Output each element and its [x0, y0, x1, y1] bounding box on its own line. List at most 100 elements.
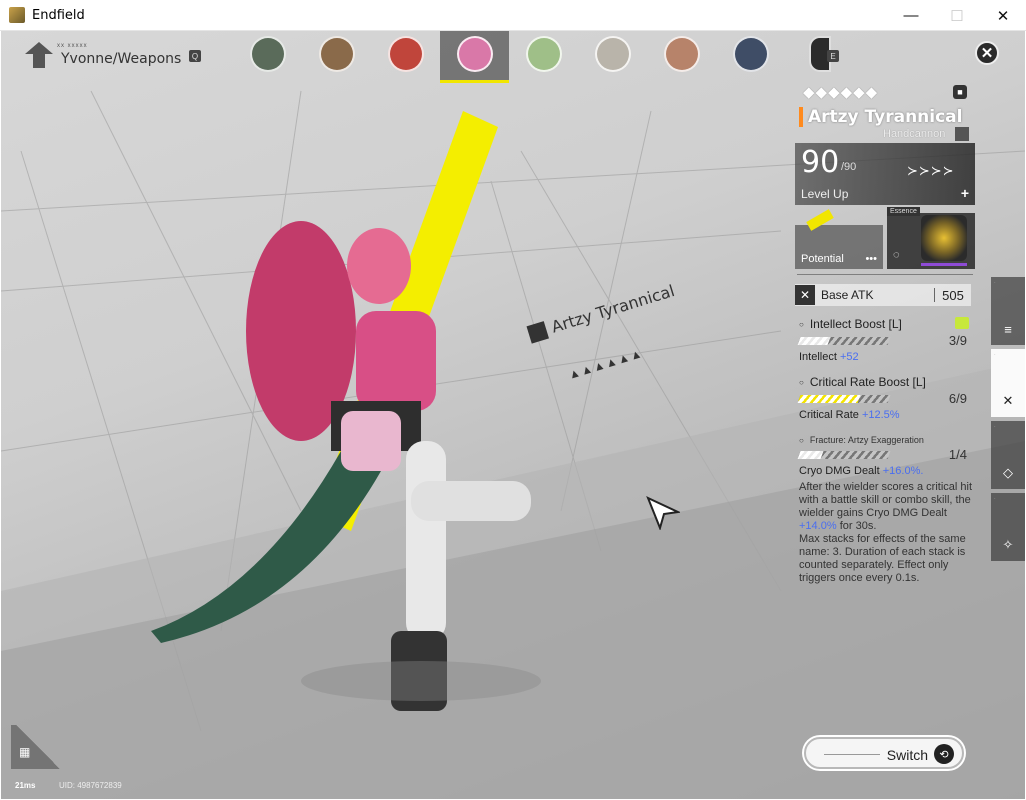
breadcrumb-subtitle: xx xxxxx [57, 43, 88, 49]
skill-fracture-artzy-exaggeration[interactable]: Fracture: Artzy Exaggeration 1/4 Cryo DM… [797, 435, 973, 585]
breadcrumb-text: Yvonne/Weapons [61, 51, 182, 67]
skill-title: Intellect Boost [L] [799, 317, 973, 331]
cycle-icon: ◌ [893, 249, 900, 261]
skill-progress-fill [797, 336, 831, 345]
handcannon-icon [955, 127, 969, 141]
plus-icon: + [960, 185, 969, 201]
character-tabs [233, 31, 854, 83]
next-character-key[interactable]: E [827, 50, 839, 62]
uid-label: UID: 4987672839 [59, 781, 122, 790]
character-tab-6[interactable] [578, 31, 647, 81]
skill-title: Critical Rate Boost [L] [799, 375, 973, 389]
weapons-icon [25, 42, 53, 68]
skill-effect: Critical Rate +12.5% [799, 409, 973, 421]
essence-button[interactable]: Essence ◌ [887, 207, 975, 269]
skill-title: Fracture: Artzy Exaggeration [799, 435, 973, 445]
skill-progress-row: 1/4 [797, 447, 973, 462]
breakthrough-pips: ≻≻≻≻ [907, 163, 955, 178]
skill-progress-row: 3/9 [797, 333, 973, 348]
desc-text: After the wielder scores a critical hit … [799, 481, 973, 519]
skill-progress-row: 6/9 [797, 391, 973, 406]
skill-intellect-boost[interactable]: Intellect Boost [L] 3/9 Intellect +52 [797, 317, 973, 363]
skill-critical-rate-boost[interactable]: Critical Rate Boost [L] 6/9 Critical Rat… [797, 375, 973, 421]
divider [797, 274, 973, 275]
effect-value: +12.5% [861, 409, 900, 421]
character-tab-2[interactable] [302, 31, 371, 81]
skill-progress-fill [797, 394, 861, 403]
side-tab-gear[interactable]: · ◇ [991, 421, 1025, 489]
sword-icon: ✕ [795, 285, 815, 305]
maximize-button[interactable]: ☐ [934, 0, 980, 31]
skill-description: After the wielder scores a critical hit … [799, 481, 973, 533]
avatar [663, 36, 700, 72]
skill-progress-fill [797, 450, 823, 459]
potential-button[interactable]: Potential ••• [795, 209, 883, 269]
level-up-button[interactable]: 90 /90 Level Up ≻≻≻≻ + [795, 143, 975, 205]
skill-description-extra: Max stacks for effects of the same name:… [799, 533, 966, 584]
essence-rarity-bar [921, 263, 967, 266]
character-tab-9[interactable] [785, 31, 854, 81]
skill-progress-bar [797, 394, 891, 403]
skill-progress-text: 1/4 [948, 447, 967, 462]
cursor-icon [646, 496, 680, 530]
side-tab-weapon[interactable]: · ✕ [991, 349, 1025, 417]
ping-indicator: 21ms [15, 781, 36, 790]
close-icon[interactable]: ✕ [975, 41, 999, 65]
avatar [387, 36, 424, 72]
character-tab-5[interactable] [509, 31, 578, 81]
avatar [318, 36, 355, 72]
close-window-button[interactable]: ✕ [980, 0, 1026, 31]
avatar [732, 36, 769, 72]
minimize-button[interactable]: — [888, 0, 934, 31]
weapon-type: Handcannon [883, 128, 946, 140]
character-tab-4-active[interactable] [440, 31, 509, 83]
skill-progress-bar [797, 336, 891, 345]
desc-value: +14.0% [799, 520, 837, 532]
effect-label: Intellect [799, 351, 837, 363]
diamond-icon: ◇ [1003, 465, 1013, 480]
side-tab-star[interactable]: · ✧ [991, 493, 1025, 561]
character-tab-8[interactable] [716, 31, 785, 81]
weapon-level-max: /90 [841, 161, 857, 173]
desc-tail: for 30s. [839, 520, 877, 532]
window-title: Endfield [32, 7, 85, 23]
skill-progress-text: 3/9 [948, 333, 967, 348]
effect-value: +52 [839, 351, 859, 363]
breadcrumb: xx xxxxx Yvonne/Weapons [25, 39, 181, 71]
base-atk-value: 505 [942, 287, 964, 303]
essence-tag: Essence [887, 207, 920, 216]
switch-line [824, 754, 880, 755]
character-tab-1[interactable] [233, 31, 302, 81]
weapon-level: 90 [801, 145, 840, 180]
game-viewport: Artzy Tyrannical ▲▲▲▲▲▲ xx xxxxx Yvonne/… [1, 31, 1025, 799]
skill-progress-bar [797, 450, 891, 459]
base-atk-row: ✕ Base ATK 505 [795, 284, 971, 306]
lock-icon[interactable]: ■ [953, 85, 967, 99]
top-bar: xx xxxxx Yvonne/Weapons Q E ✕ [1, 31, 1025, 83]
base-atk-label: Base ATK [821, 288, 874, 302]
rarity-stars: ◆◆◆◆◆◆ [803, 84, 879, 101]
swap-icon: ⟲ [934, 744, 954, 764]
grid-icon[interactable]: ▦ [19, 745, 33, 759]
star-icon: ✧ [1002, 537, 1014, 552]
thumbs-up-icon [955, 317, 969, 329]
skill-effect: Cryo DMG Dealt +16.0%. [799, 465, 973, 477]
effect-label: Cryo DMG Dealt [799, 465, 880, 477]
more-icon: ••• [865, 253, 877, 265]
app-icon [9, 7, 25, 23]
skill-progress-text: 6/9 [948, 391, 967, 406]
side-tab-list[interactable]: · ≡ [991, 277, 1025, 345]
window-controls: — ☐ ✕ [888, 0, 1026, 31]
list-icon: ≡ [1004, 322, 1012, 337]
level-up-label: Level Up [801, 187, 849, 201]
prev-character-key[interactable]: Q [189, 50, 201, 62]
character-tab-3[interactable] [371, 31, 440, 81]
skill-effect: Intellect +52 [799, 351, 973, 363]
weapon-name: Artzy Tyrannical [799, 107, 963, 127]
essence-image [921, 215, 967, 261]
weapon-icon: ✕ [1002, 393, 1014, 408]
switch-button[interactable]: Switch ⟲ [804, 737, 964, 769]
character-tab-7[interactable] [647, 31, 716, 81]
side-tabs: · ≡ · ✕ · ◇ · ✧ [991, 277, 1025, 565]
avatar [594, 36, 631, 72]
